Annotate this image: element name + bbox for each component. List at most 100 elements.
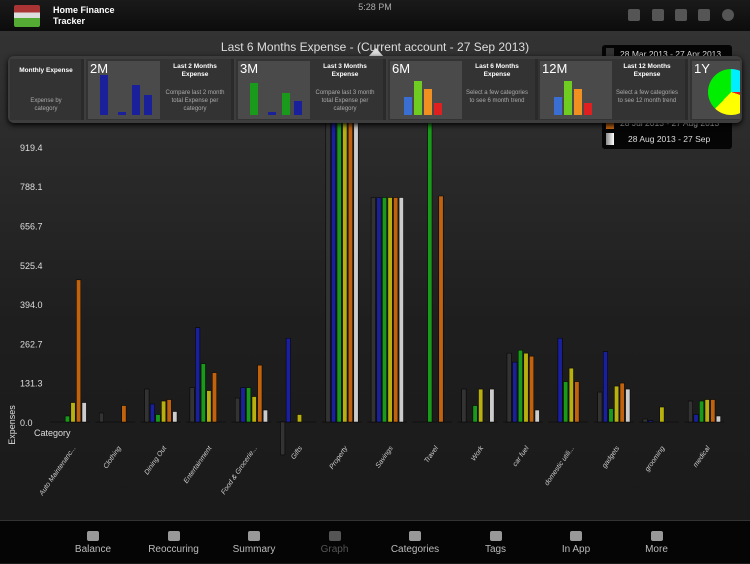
calculator-icon[interactable]	[652, 9, 664, 21]
y-tick-label: 131.3	[20, 379, 43, 389]
tab-more[interactable]: More	[617, 521, 697, 564]
graph-icon[interactable]	[628, 9, 640, 21]
bar	[398, 197, 404, 423]
x-tick-label: car fuel	[512, 445, 531, 468]
tab-graph[interactable]: Graph	[295, 521, 375, 564]
option-title: Last 12 Months Expense	[623, 63, 671, 78]
2-month-option[interactable]: 2M Last 2 Months Expense Compare last 2 …	[86, 59, 234, 120]
x-tick-label: Gifts	[290, 445, 304, 461]
tab-tags[interactable]: Tags	[456, 521, 536, 564]
bar	[393, 197, 399, 423]
option-tag: 6M	[392, 61, 411, 76]
tab-summary[interactable]: Summary	[214, 521, 294, 564]
tab-in-app[interactable]: In App	[536, 521, 616, 564]
1y-thumbnail: 1Y	[692, 61, 740, 119]
bar	[619, 382, 625, 423]
bar	[704, 399, 710, 423]
bar	[489, 388, 495, 423]
graph-type-popover: Monthly Expense Expense by category 2M L…	[8, 56, 742, 123]
scale-icon	[87, 531, 99, 541]
bar	[64, 415, 70, 423]
bar	[81, 402, 87, 423]
bar	[285, 337, 291, 423]
y-tick-label: 394.0	[20, 300, 43, 310]
bar	[642, 418, 648, 423]
bar	[342, 121, 348, 423]
monthly-expense-option[interactable]: Monthly Expense Expense by category	[10, 59, 84, 120]
x-tick-label: Auto Maintenanc...	[38, 445, 78, 498]
x-tick-label: Dining Out	[144, 444, 169, 476]
tab-balance[interactable]: Balance	[53, 521, 133, 564]
cart-icon	[570, 531, 582, 541]
bar	[189, 387, 195, 423]
tab-label: Tags	[484, 544, 507, 555]
y-tick-label: 525.4	[20, 261, 43, 271]
bar	[534, 409, 540, 423]
bar	[557, 337, 563, 423]
bar	[200, 363, 206, 423]
x-tick-label: Clothing	[102, 445, 123, 470]
tab-bar: Balance Reoccuring Summary Graph Categories T…	[0, 520, 750, 563]
legend-item: 28 Aug 2013 - 27 Sep	[606, 133, 710, 145]
bar	[246, 387, 252, 423]
bar	[478, 388, 484, 423]
y-tick-label: 262.7	[20, 339, 43, 349]
tab-label: More	[645, 544, 668, 555]
y-tick-label: 0.0	[20, 418, 33, 428]
6m-thumbnail: 6M	[390, 61, 462, 119]
cycle-icon	[167, 531, 180, 541]
folder-icon	[409, 531, 421, 541]
tab-label: Categories	[390, 544, 440, 555]
bar	[512, 361, 518, 423]
bar	[297, 414, 302, 423]
bar	[280, 421, 286, 456]
3-month-option[interactable]: 3M Last 3 Months Expense Compare last 3 …	[236, 59, 386, 120]
bar	[517, 349, 523, 423]
y-tick-label: 919.4	[20, 143, 43, 153]
tab-label: Graph	[320, 544, 349, 555]
option-desc: Select a few categories to see 6 month t…	[465, 90, 529, 104]
bar	[625, 388, 631, 423]
tab-reoccuring[interactable]: Reoccuring	[134, 521, 214, 564]
bar	[659, 406, 665, 423]
option-title: Last 2 Months Expense	[173, 63, 217, 78]
y-tick-label: 788.1	[20, 182, 43, 192]
pie-icon	[708, 69, 740, 115]
bar	[427, 121, 433, 423]
bar	[693, 414, 699, 423]
gear-icon[interactable]	[722, 9, 734, 21]
bar	[121, 405, 127, 423]
bar	[472, 405, 478, 423]
6-month-option[interactable]: 6M Last 6 Months Expense Select a few ca…	[388, 59, 538, 120]
tag-icon	[489, 531, 502, 541]
bar	[506, 352, 512, 423]
tab-categories[interactable]: Categories	[375, 521, 455, 564]
bar-chart-icon	[328, 531, 341, 541]
option-title: Last 3 Months Expense	[323, 63, 367, 78]
photo-icon[interactable]	[675, 9, 687, 21]
x-tick-label: Travel	[423, 445, 440, 465]
bar	[161, 400, 167, 423]
app-title: Home Finance Tracker	[53, 5, 115, 26]
bar	[240, 387, 246, 423]
option-tag: 1Y	[694, 61, 710, 76]
bar	[574, 381, 580, 423]
app-logo	[14, 5, 40, 27]
bar	[387, 197, 393, 423]
x-tick-label: Savings	[375, 445, 395, 470]
bar	[144, 388, 150, 423]
option-desc: Compare last 2 month total Expense per c…	[165, 90, 225, 112]
bar	[325, 121, 331, 423]
bar	[563, 381, 569, 423]
x-tick-label: domestic utili...	[544, 445, 576, 487]
chat-icon[interactable]	[698, 9, 710, 21]
bar	[99, 412, 104, 423]
bar	[715, 415, 721, 423]
x-tick-label: grooming	[644, 445, 667, 473]
y-axis-label: Expenses	[6, 405, 17, 445]
tab-label: Balance	[74, 544, 112, 555]
12-month-option[interactable]: 12M Last 12 Months Expense Select a few …	[538, 59, 688, 120]
1-year-option[interactable]: 1Y	[690, 59, 740, 120]
bar	[376, 197, 382, 423]
bar	[251, 396, 257, 423]
